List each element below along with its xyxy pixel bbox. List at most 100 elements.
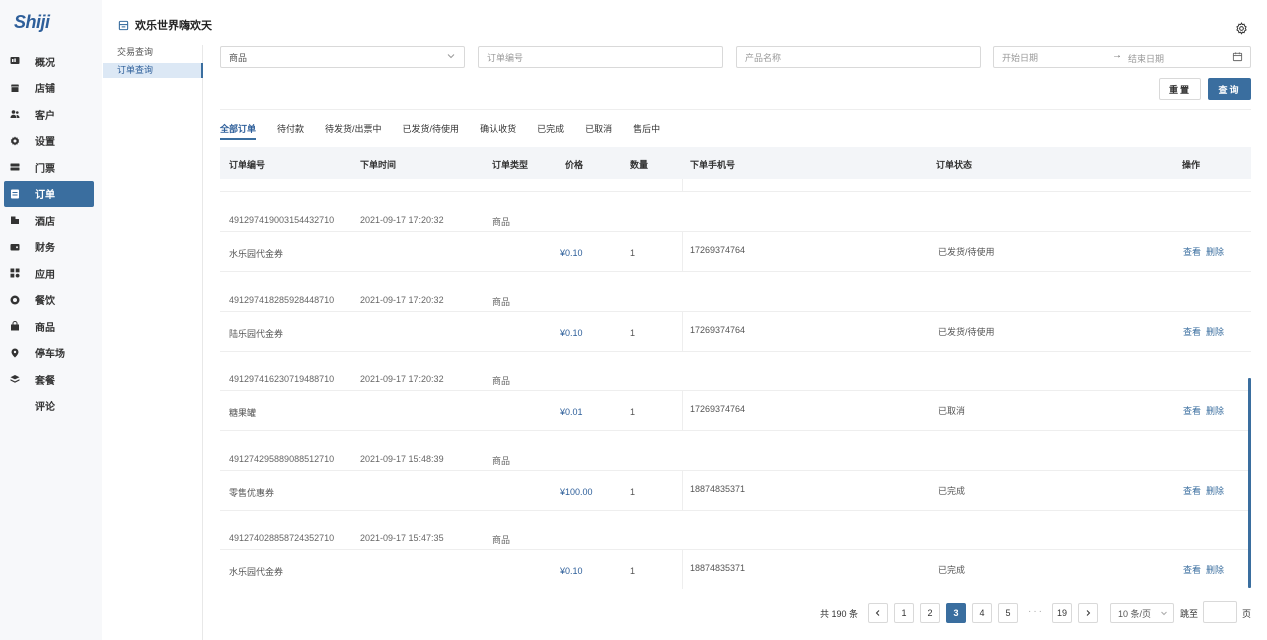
type-select[interactable]: 商品 (220, 46, 465, 68)
sidebar-item-12[interactable]: 套餐 (0, 366, 102, 393)
apps-icon (10, 268, 20, 278)
sidebar-item-4[interactable]: 门票 (0, 154, 102, 181)
delete-link[interactable]: 删除 (1206, 245, 1224, 258)
order-type: 商品 (492, 455, 511, 466)
delete-link[interactable]: 删除 (1206, 404, 1224, 417)
page-title: 欢乐世界嗨欢天 (118, 17, 212, 33)
page-suffix: 页 (1242, 609, 1252, 619)
tab-5[interactable]: 已完成 (537, 122, 564, 140)
order-no-placeholder: 订单编号 (487, 52, 524, 63)
next-page-button[interactable] (1078, 603, 1098, 623)
product-name: 陆乐园代金券 (229, 328, 284, 339)
order-time: 2021-09-17 17:20:32 (360, 374, 444, 384)
sidebar-item-label: 门票 (35, 163, 55, 175)
delete-link[interactable]: 删除 (1206, 484, 1224, 497)
status-text: 已发货/待使用 (938, 247, 995, 257)
quantity: 1 (630, 248, 636, 258)
page-button-2[interactable]: 2 (920, 603, 940, 623)
table-row-partial (220, 179, 1251, 192)
jump-page-input[interactable] (1203, 601, 1237, 623)
settings-gear-icon[interactable] (1235, 22, 1248, 35)
sidebar-item-3[interactable]: 设置 (0, 128, 102, 155)
sidebar-item-6[interactable]: 酒店 (0, 207, 102, 234)
sidebar-item-8[interactable]: 应用 (0, 260, 102, 287)
order-type: 商品 (492, 535, 511, 545)
delete-link[interactable]: 删除 (1206, 563, 1224, 576)
type-select-value: 商品 (229, 52, 248, 63)
date-range-picker[interactable]: 开始日期 → 结束日期 (993, 46, 1251, 68)
page-button-5[interactable]: 5 (998, 603, 1018, 623)
sidebar-item-0[interactable]: 概况 (0, 48, 102, 75)
sidebar-item-9[interactable]: 餐饮 (0, 287, 102, 314)
search-button[interactable]: 查询 (1208, 78, 1251, 100)
col-order-no: 订单编号 (229, 160, 266, 170)
sidebar-item-5[interactable]: 订单 (4, 180, 94, 207)
prev-page-button[interactable] (868, 603, 888, 623)
view-link[interactable]: 查看 (1183, 325, 1201, 338)
tab-1[interactable]: 待付款 (277, 122, 304, 140)
subnav-transaction-query[interactable]: 交易查询 (103, 45, 202, 60)
order-group: 491274028858724352710 2021-09-17 15:47:35… (220, 511, 1251, 589)
tab-3[interactable]: 已发货/待使用 (403, 122, 460, 140)
tab-4[interactable]: 确认收货 (480, 122, 516, 140)
product-name: 水乐园代金券 (229, 249, 284, 259)
dashboard-icon (10, 56, 20, 66)
subnav-order-query[interactable]: 订单查询 (103, 63, 203, 78)
nav-list: 概况 店铺 客户 设置门票订单酒店财务应用餐饮 商品 停车场 套餐 评论 (0, 48, 102, 419)
order-time: 2021-09-17 15:48:39 (360, 453, 444, 464)
page-size-select[interactable]: 10 条/页 (1110, 603, 1174, 623)
store-icon (10, 83, 20, 93)
price: ¥0.10 (560, 566, 583, 576)
order-type: 商品 (492, 376, 511, 386)
layers-icon (10, 374, 20, 384)
view-link[interactable]: 查看 (1183, 404, 1201, 417)
sidebar-item-11[interactable]: 停车场 (0, 340, 102, 367)
order-no: 491297418285928448710 (229, 294, 335, 305)
product-name: 糖果罐 (229, 408, 257, 418)
view-link[interactable]: 查看 (1183, 484, 1201, 497)
status-text: 已发货/待使用 (938, 326, 995, 337)
page-button-last[interactable]: 19 (1052, 603, 1072, 623)
quantity: 1 (630, 407, 636, 417)
sidebar-item-10[interactable]: 商品 (0, 313, 102, 340)
tab-7[interactable]: 售后中 (633, 122, 660, 140)
quantity: 1 (630, 566, 636, 576)
table-scrollbar[interactable] (1248, 378, 1251, 588)
order-no-input[interactable]: 订单编号 (478, 46, 723, 68)
tab-6[interactable]: 已取消 (585, 122, 612, 140)
sidebar-item-label: 酒店 (35, 216, 55, 228)
page-button-3[interactable]: 3 (946, 603, 966, 623)
product-name-input[interactable]: 产品名称 (736, 46, 981, 68)
sidebar-item-label: 应用 (35, 269, 55, 281)
tab-2[interactable]: 待发货/出票中 (325, 122, 382, 140)
sidebar-item-1[interactable]: 店铺 (0, 75, 102, 102)
view-link[interactable]: 查看 (1183, 245, 1201, 258)
end-date-placeholder: 结束日期 (1128, 54, 1165, 64)
status-tabs: 全部订单 待付款 待发货/出票中 已发货/待使用 确认收货 已完成 已取消 售后中 (220, 122, 681, 140)
price: ¥0.10 (560, 327, 583, 338)
table-body[interactable]: 491297419003154432710 2021-09-17 17:20:32… (220, 179, 1251, 589)
tab-0[interactable]: 全部订单 (220, 122, 257, 140)
view-link[interactable]: 查看 (1183, 563, 1201, 576)
order-header-row: 491297416230719488710 2021-09-17 17:20:32… (220, 352, 1251, 391)
order-no: 491297419003154432710 (229, 215, 335, 225)
delete-link[interactable]: 删除 (1206, 325, 1224, 338)
col-qty: 数量 (630, 160, 649, 170)
product-name: 水乐园代金券 (229, 567, 284, 577)
sidebar-item-7[interactable]: 财务 (0, 234, 102, 261)
sidebar-item-2[interactable]: 客户 (0, 101, 102, 128)
store-title-icon (118, 20, 129, 31)
page-button-1[interactable]: 1 (894, 603, 914, 623)
quantity: 1 (630, 486, 636, 497)
page-button-4[interactable]: 4 (972, 603, 992, 623)
page-ellipsis[interactable]: ··· (1028, 606, 1044, 617)
quantity: 1 (630, 327, 636, 338)
chevron-down-icon (446, 51, 456, 61)
bag-icon (10, 321, 20, 331)
product-name-placeholder: 产品名称 (745, 52, 782, 63)
gear-icon (10, 136, 20, 146)
table-row: 糖果罐 ¥0.01 1 17269374764 已取消 查看 删除 (220, 391, 1251, 431)
reset-button[interactable]: 重置 (1159, 78, 1201, 100)
product-name: 零售优惠券 (229, 487, 275, 498)
sidebar-item-13[interactable]: 评论 (0, 393, 102, 420)
